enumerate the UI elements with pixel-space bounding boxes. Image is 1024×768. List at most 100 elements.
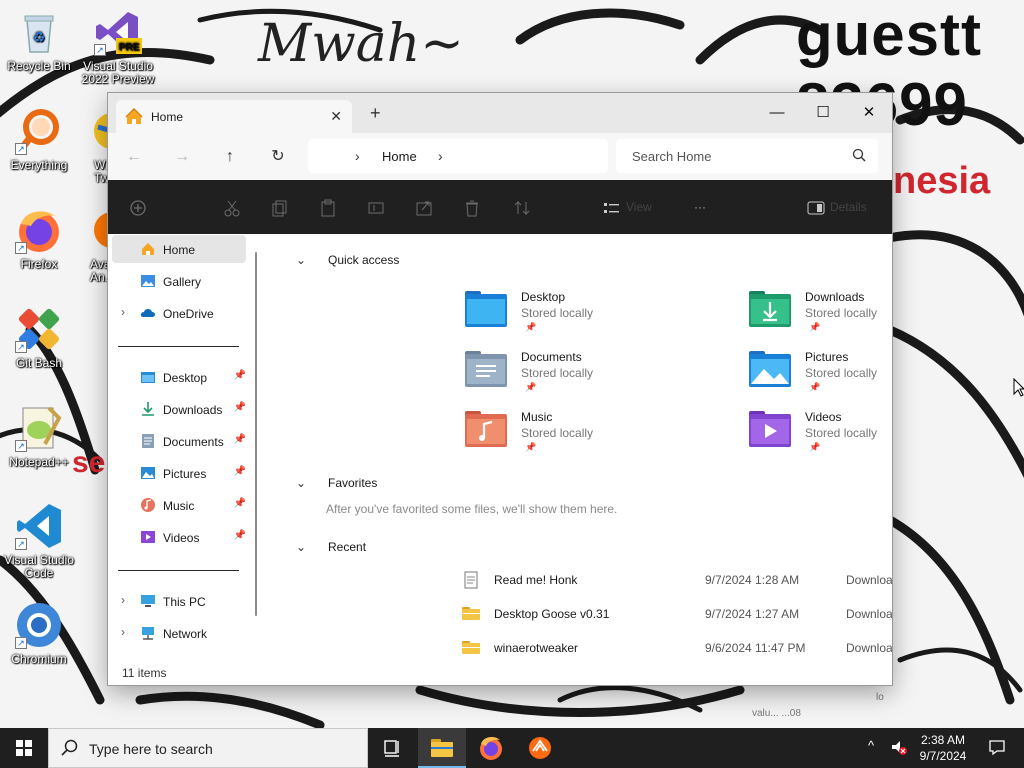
- git-bash-icon: ↗: [15, 305, 63, 353]
- nav-item-network[interactable]: › Network: [112, 619, 246, 647]
- quick-access-sub: Stored locally: [521, 306, 594, 320]
- breadcrumb-chevron-icon[interactable]: ›: [438, 148, 443, 164]
- taskbar-firefox[interactable]: [467, 728, 515, 768]
- expand-chevron-icon[interactable]: ›: [121, 625, 125, 639]
- document-icon: [140, 433, 156, 449]
- nav-label: Pictures: [163, 467, 207, 481]
- desktop-icon-everything[interactable]: ↗ Everything: [1, 107, 77, 172]
- nav-item-gallery[interactable]: Gallery: [112, 267, 246, 295]
- rename-icon[interactable]: [366, 198, 386, 218]
- pin-icon: 📌: [525, 322, 537, 332]
- desktop-icon-firefox[interactable]: ↗ Firefox: [1, 206, 77, 271]
- taskbar-clock[interactable]: 2:38 AM 9/7/2024: [914, 732, 972, 764]
- gallery-icon: [140, 273, 156, 289]
- taskbar-file-explorer[interactable]: [418, 728, 466, 768]
- address-bar-row: ← → ↑ ↻ › Home › Search Home: [108, 133, 892, 180]
- taskbar-search-input[interactable]: Type here to search: [48, 728, 368, 768]
- expand-chevron-icon[interactable]: ›: [121, 305, 125, 319]
- desktop-icon-notepad-plus-plus[interactable]: ↗ Notepad++: [1, 404, 77, 469]
- new-tab-button[interactable]: +: [370, 103, 381, 124]
- nav-item-documents[interactable]: Documents 📌: [112, 427, 246, 455]
- documents-folder-icon: [464, 349, 508, 389]
- more-options-button[interactable]: ···: [694, 200, 706, 214]
- nav-item-pictures[interactable]: Pictures 📌: [112, 459, 246, 487]
- forward-arrow-icon[interactable]: →: [171, 146, 193, 168]
- desktop-icon-git-bash[interactable]: ↗ Git Bash: [1, 305, 77, 370]
- breadcrumb-chevron-icon[interactable]: ›: [355, 148, 360, 164]
- tab-close-icon[interactable]: ✕: [330, 108, 342, 125]
- pin-icon: 📌: [809, 382, 821, 392]
- collapse-chevron-icon[interactable]: ⌄: [296, 476, 306, 490]
- up-arrow-icon[interactable]: ↑: [219, 146, 241, 168]
- nav-item-downloads[interactable]: Downloads 📌: [112, 395, 246, 423]
- quick-access-downloads[interactable]: Downloads Stored locally 📌: [748, 287, 892, 341]
- desktop-icon-visual-studio-preview[interactable]: PRE ↗ Visual Studio 2022 Preview: [80, 8, 156, 86]
- view-icon[interactable]: [602, 198, 622, 218]
- nav-divider: [118, 570, 239, 571]
- shortcut-arrow-icon: ↗: [15, 637, 27, 649]
- maximize-button[interactable]: ☐: [800, 99, 846, 127]
- content-pane: ⌄ Quick access Desktop Stored locally 📌 …: [266, 234, 892, 662]
- desktop-icon-recycle-bin[interactable]: ♻ Recycle Bin: [1, 8, 77, 73]
- nav-item-onedrive[interactable]: › OneDrive: [112, 299, 246, 327]
- desktop-icon-wintweaker[interactable]: Wi... Tw...: [80, 107, 108, 185]
- share-icon[interactable]: [414, 198, 434, 218]
- quick-access-music[interactable]: Music Stored locally 📌: [464, 407, 714, 461]
- delete-icon[interactable]: [462, 198, 482, 218]
- breadcrumb-home[interactable]: Home: [382, 149, 417, 164]
- recent-row[interactable]: winaerotweaker 9/6/2024 11:47 PM Downloa…: [462, 634, 892, 662]
- refresh-icon[interactable]: ↻: [267, 146, 289, 168]
- new-item-icon[interactable]: [128, 198, 148, 218]
- nav-item-home[interactable]: Home: [112, 235, 246, 263]
- show-hidden-icons-chevron-icon[interactable]: ^: [868, 738, 874, 753]
- nav-pane-scrollbar[interactable]: [255, 252, 257, 616]
- quick-access-pictures[interactable]: Pictures Stored locally 📌: [748, 347, 892, 401]
- paste-icon[interactable]: [318, 198, 338, 218]
- quick-access-documents[interactable]: Documents Stored locally 📌: [464, 347, 714, 401]
- pin-icon: 📌: [233, 498, 246, 509]
- minimize-button[interactable]: ―: [754, 99, 800, 127]
- quick-access-sub: Stored locally: [805, 426, 878, 440]
- address-field[interactable]: [308, 139, 608, 173]
- nav-item-this-pc[interactable]: › This PC: [112, 587, 246, 615]
- notification-center-icon[interactable]: [988, 738, 1006, 759]
- close-window-button[interactable]: ✕: [846, 99, 892, 127]
- taskbar-app-orange[interactable]: [516, 728, 564, 768]
- downloads-folder-icon: [748, 289, 792, 329]
- nav-item-videos[interactable]: Videos 📌: [112, 523, 246, 551]
- quick-access-sub: Stored locally: [521, 366, 594, 380]
- nav-item-desktop[interactable]: Desktop 📌: [112, 363, 246, 391]
- desktop-icon-vscode[interactable]: ↗ Visual Studio Code: [1, 502, 77, 580]
- home-icon: [140, 241, 156, 257]
- desktop-icon-avast[interactable]: Ava... An...: [80, 206, 108, 284]
- search-input[interactable]: Search Home: [616, 139, 878, 173]
- quick-access-desktop[interactable]: Desktop Stored locally 📌: [464, 287, 714, 341]
- desktop-icon-chromium[interactable]: ↗ Chromium: [1, 601, 77, 666]
- cut-icon[interactable]: [222, 198, 242, 218]
- quick-access-videos[interactable]: Videos Stored locally 📌: [748, 407, 892, 461]
- recent-row[interactable]: Desktop Goose v0.31 9/7/2024 1:27 AM Dow…: [462, 600, 892, 628]
- wallpaper-red-text-left: se: [72, 446, 106, 479]
- view-label[interactable]: View: [626, 200, 652, 214]
- sort-icon[interactable]: [512, 198, 532, 218]
- tab-home[interactable]: Home ✕: [116, 100, 352, 133]
- start-button[interactable]: [0, 728, 48, 768]
- navigation-pane: Home Gallery › OneDrive Desktop 📌 Downlo…: [108, 234, 266, 662]
- recent-row[interactable]: Read me! Honk 9/7/2024 1:28 AM Downloads…: [462, 566, 892, 594]
- volume-muted-icon[interactable]: [890, 738, 908, 759]
- details-pane-icon[interactable]: [806, 198, 826, 218]
- copy-icon[interactable]: [270, 198, 290, 218]
- nav-item-music[interactable]: Music 📌: [112, 491, 246, 519]
- title-bar[interactable]: Home ✕ + ― ☐ ✕: [108, 93, 892, 133]
- collapse-chevron-icon[interactable]: ⌄: [296, 253, 306, 267]
- expand-chevron-icon[interactable]: ›: [121, 593, 125, 607]
- recent-name: winaerotweaker: [494, 641, 579, 655]
- shortcut-arrow-icon: ↗: [15, 538, 27, 550]
- desktop-folder-icon: [140, 369, 156, 385]
- task-view-button[interactable]: [368, 728, 416, 768]
- back-arrow-icon[interactable]: ←: [123, 146, 145, 168]
- collapse-chevron-icon[interactable]: ⌄: [296, 540, 306, 554]
- watermark-line2: valu... ...08: [752, 708, 801, 719]
- details-label[interactable]: Details: [830, 200, 867, 214]
- music-note-icon: [140, 497, 156, 513]
